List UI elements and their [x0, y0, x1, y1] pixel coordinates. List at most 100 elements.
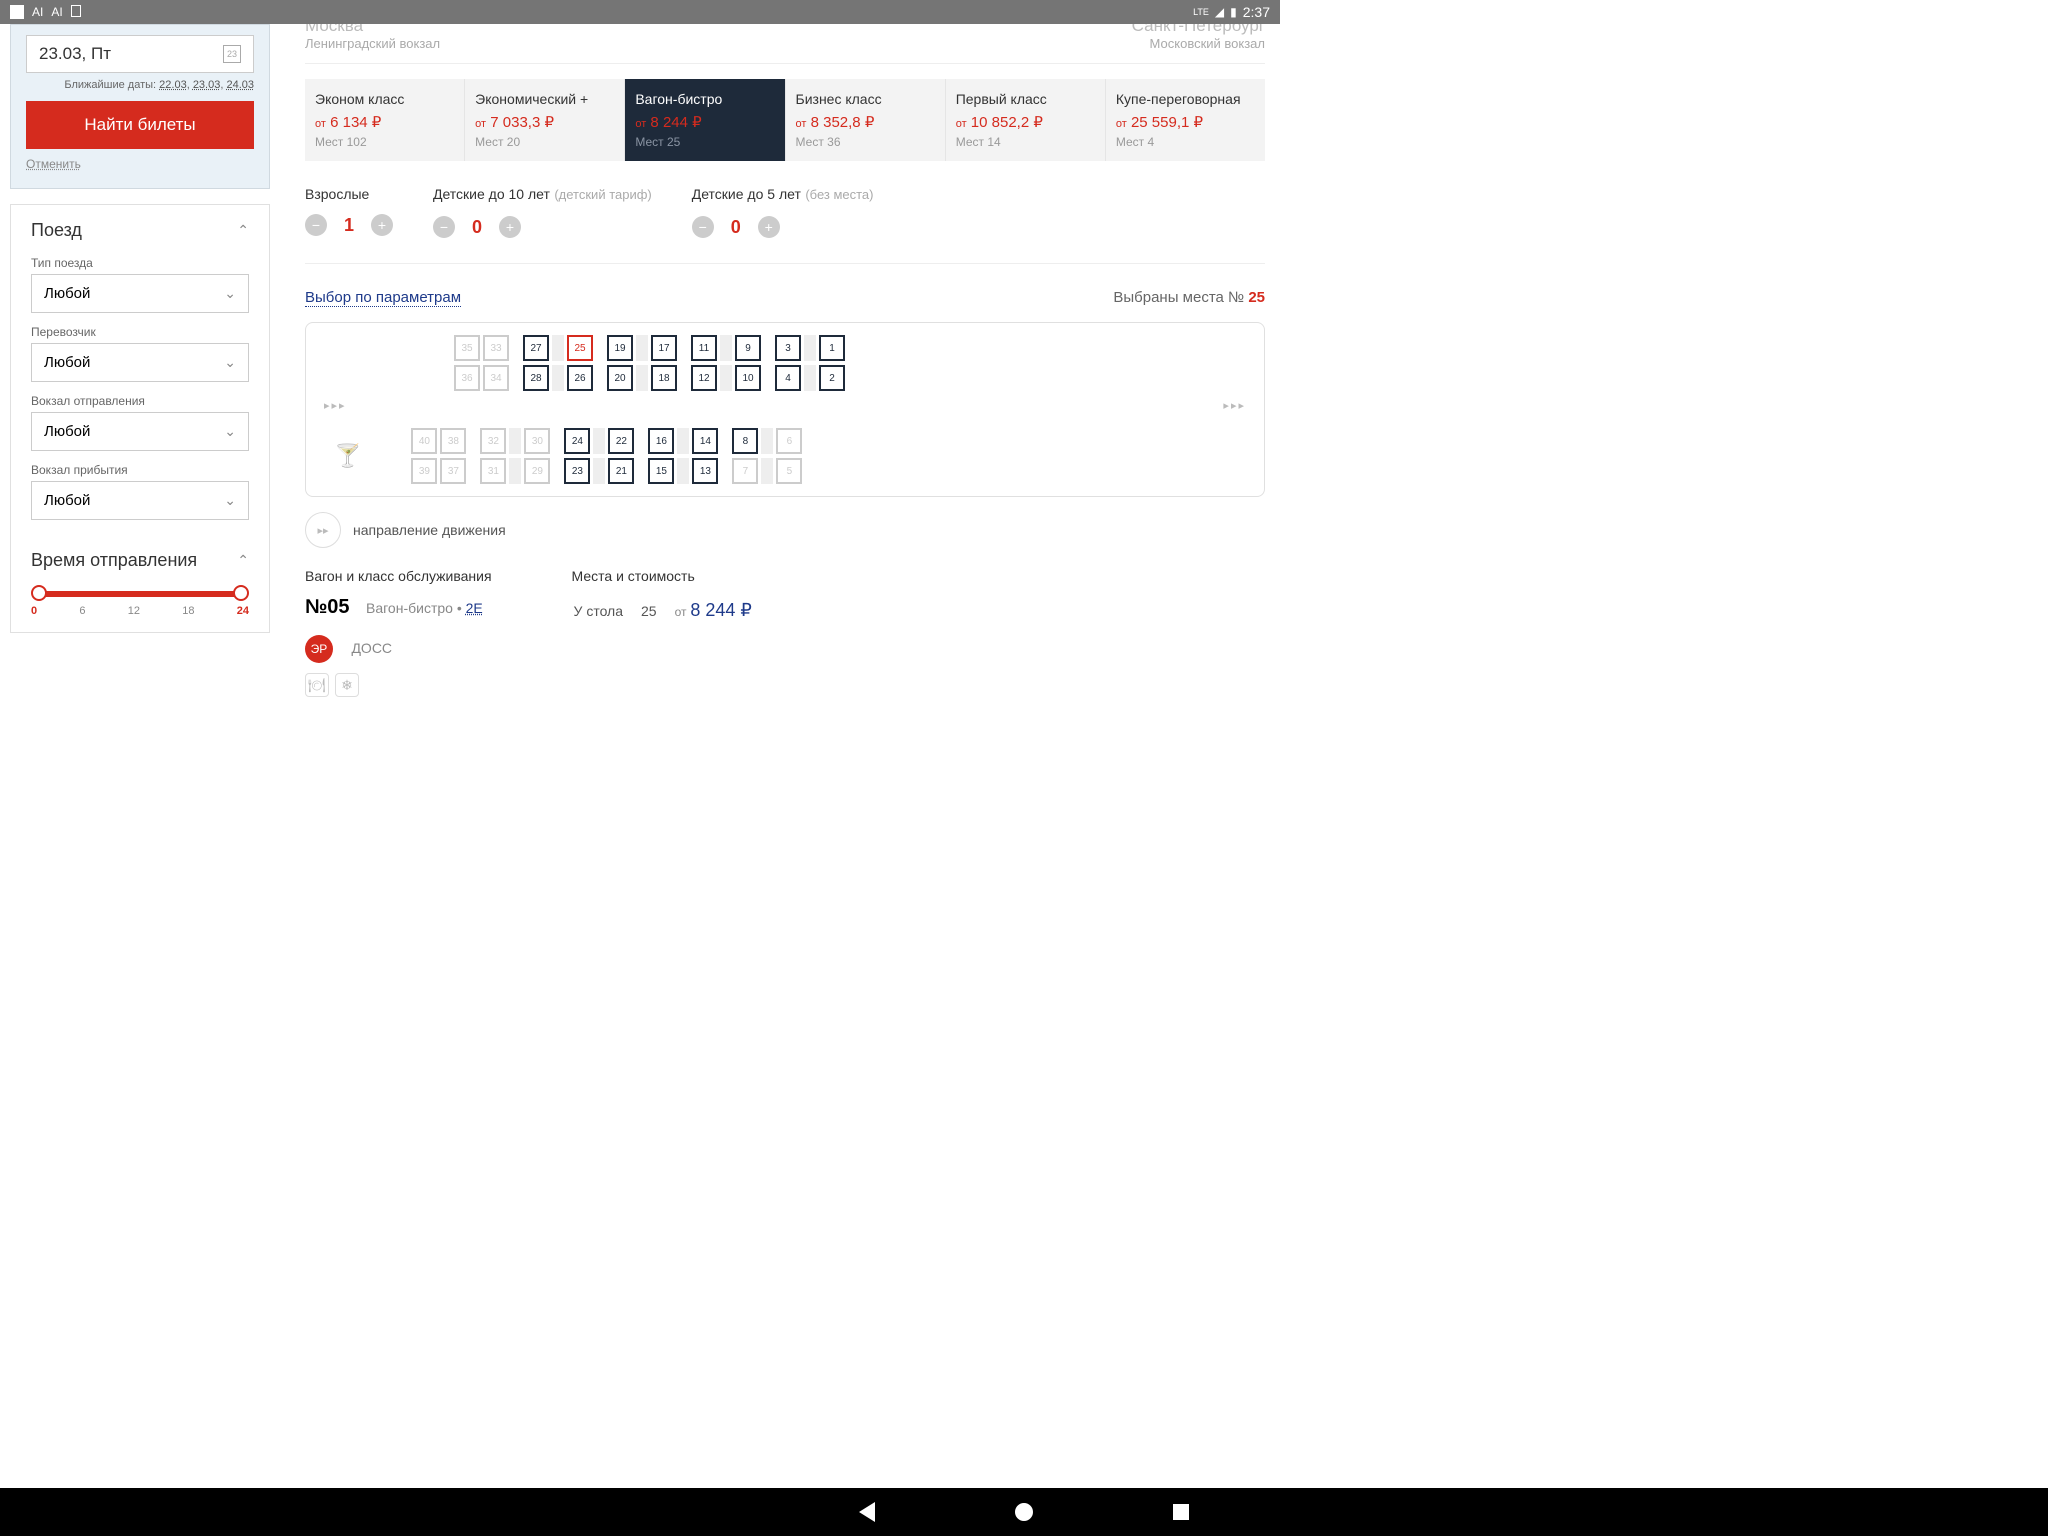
class-tab[interactable]: Экономический + от 7 033,3 ₽ Мест 20 [465, 79, 625, 161]
seat[interactable]: 15 [648, 458, 674, 484]
class-tabs: Эконом класс от 6 134 ₽ Мест 102Экономич… [305, 79, 1265, 161]
seat[interactable]: 25 [567, 335, 593, 361]
seat[interactable]: 9 [735, 335, 761, 361]
cancel-link[interactable]: Отменить [26, 157, 81, 171]
adults-minus-button[interactable]: − [305, 214, 327, 236]
class-tab[interactable]: Первый класс от 10 852,2 ₽ Мест 14 [946, 79, 1106, 161]
date-input[interactable]: 23.03, Пт 23 [26, 35, 254, 73]
seat[interactable]: 24 [564, 428, 590, 454]
seat[interactable]: 1 [819, 335, 845, 361]
class-seats: Мест 20 [475, 135, 614, 149]
seat: 35 [454, 335, 480, 361]
nearest-date-link[interactable]: 23.03 [193, 79, 221, 91]
child10-label: Детские до 10 лет [433, 186, 550, 202]
class-tab[interactable]: Вагон-бистро от 8 244 ₽ Мест 25 [625, 79, 785, 161]
slider-labels: 0 6 12 18 24 [31, 605, 249, 617]
nearest-date-link[interactable]: 22.03 [159, 79, 187, 91]
seat[interactable]: 11 [691, 335, 717, 361]
slider-knob-left[interactable] [31, 585, 47, 601]
class-tab[interactable]: Эконом класс от 6 134 ₽ Мест 102 [305, 79, 465, 161]
seat[interactable]: 27 [523, 335, 549, 361]
doss-label: ДОСС [351, 640, 392, 656]
adults-label: Взрослые [305, 186, 393, 202]
seat[interactable]: 26 [567, 365, 593, 391]
chevron-down-icon: ⌄ [224, 354, 236, 371]
seat[interactable]: 18 [651, 365, 677, 391]
seat[interactable]: 13 [692, 458, 718, 484]
to-station: Московский вокзал [1132, 36, 1265, 51]
to-city: Санкт-Петербург [1132, 24, 1265, 36]
nearest-date-link[interactable]: 24.03 [226, 79, 254, 91]
seat[interactable]: 10 [735, 365, 761, 391]
status-time: 2:37 [1243, 4, 1270, 20]
cocktail-icon: 🍸 [334, 443, 361, 469]
train-filter-title: Поезд [31, 220, 82, 241]
chevron-up-icon: ⌃ [237, 552, 249, 569]
time-mark: 6 [79, 605, 85, 617]
direction-label: направление движения [353, 522, 506, 538]
seat[interactable]: 21 [608, 458, 634, 484]
seat-select-row: Выбор по параметрам Выбраны места № 25 [305, 289, 1265, 307]
nav-back-button[interactable] [859, 1502, 875, 1522]
time-filter-toggle[interactable]: Время отправления ⌃ [31, 550, 249, 571]
seat[interactable]: 23 [564, 458, 590, 484]
seat[interactable]: 22 [608, 428, 634, 454]
service-icon: 🍽 [305, 673, 329, 697]
train-filter-toggle[interactable]: Поезд ⌃ [31, 220, 249, 241]
seat[interactable]: 20 [607, 365, 633, 391]
seat[interactable]: 8 [732, 428, 758, 454]
class-tab[interactable]: Бизнес класс от 8 352,8 ₽ Мест 36 [786, 79, 946, 161]
seat[interactable]: 14 [692, 428, 718, 454]
time-slider[interactable] [35, 591, 245, 597]
time-mark: 12 [128, 605, 140, 617]
seat: 5 [776, 458, 802, 484]
time-mark: 0 [31, 605, 37, 617]
child5-plus-button[interactable]: + [758, 216, 780, 238]
service-icon: ❄ [335, 673, 359, 697]
train-type-value: Любой [44, 285, 90, 302]
nav-recent-button[interactable] [1173, 1504, 1189, 1520]
time-mark: 18 [182, 605, 194, 617]
child10-plus-button[interactable]: + [499, 216, 521, 238]
seat[interactable]: 28 [523, 365, 549, 391]
train-type-select[interactable]: Любой ⌄ [31, 274, 249, 313]
car-code-link[interactable]: 2Е [466, 600, 483, 616]
adults-plus-button[interactable]: + [371, 214, 393, 236]
filter-panel: Поезд ⌃ Тип поезда Любой ⌄ Перевозчик Лю… [10, 204, 270, 633]
arr-station-label: Вокзал прибытия [31, 463, 249, 477]
child10-minus-button[interactable]: − [433, 216, 455, 238]
seat[interactable]: 12 [691, 365, 717, 391]
dep-station-select[interactable]: Любой ⌄ [31, 412, 249, 451]
child10-sub: (детский тариф) [554, 187, 651, 202]
class-seats: Мест 102 [315, 135, 454, 149]
carrier-value: Любой [44, 354, 90, 371]
carrier-select[interactable]: Любой ⌄ [31, 343, 249, 382]
chevron-down-icon: ⌄ [224, 492, 236, 509]
seat[interactable]: 17 [651, 335, 677, 361]
seat: 32 [480, 428, 506, 454]
arr-station-select[interactable]: Любой ⌄ [31, 481, 249, 520]
seat[interactable]: 2 [819, 365, 845, 391]
price-row-seat: 25 [641, 598, 673, 623]
price-ot: от [675, 605, 687, 619]
direction-row: ▸▸ направление движения [305, 512, 1265, 548]
seat[interactable]: 3 [775, 335, 801, 361]
child10-count: 0 [467, 217, 487, 238]
class-tab[interactable]: Купе-переговорная от 25 559,1 ₽ Мест 4 [1106, 79, 1265, 161]
seat: 31 [480, 458, 506, 484]
seat[interactable]: 19 [607, 335, 633, 361]
arr-station-value: Любой [44, 492, 90, 509]
seat[interactable]: 16 [648, 428, 674, 454]
seat: 36 [454, 365, 480, 391]
seat: 34 [483, 365, 509, 391]
find-tickets-button[interactable]: Найти билеты [26, 101, 254, 149]
app-icon [10, 5, 24, 19]
slider-knob-right[interactable] [233, 585, 249, 601]
class-price: от 8 244 ₽ [635, 113, 774, 131]
params-link[interactable]: Выбор по параметрам [305, 289, 461, 307]
nav-home-button[interactable] [1015, 1503, 1033, 1521]
chevron-down-icon: ⌄ [224, 423, 236, 440]
from-city: Москва [305, 24, 440, 36]
child5-minus-button[interactable]: − [692, 216, 714, 238]
seat[interactable]: 4 [775, 365, 801, 391]
